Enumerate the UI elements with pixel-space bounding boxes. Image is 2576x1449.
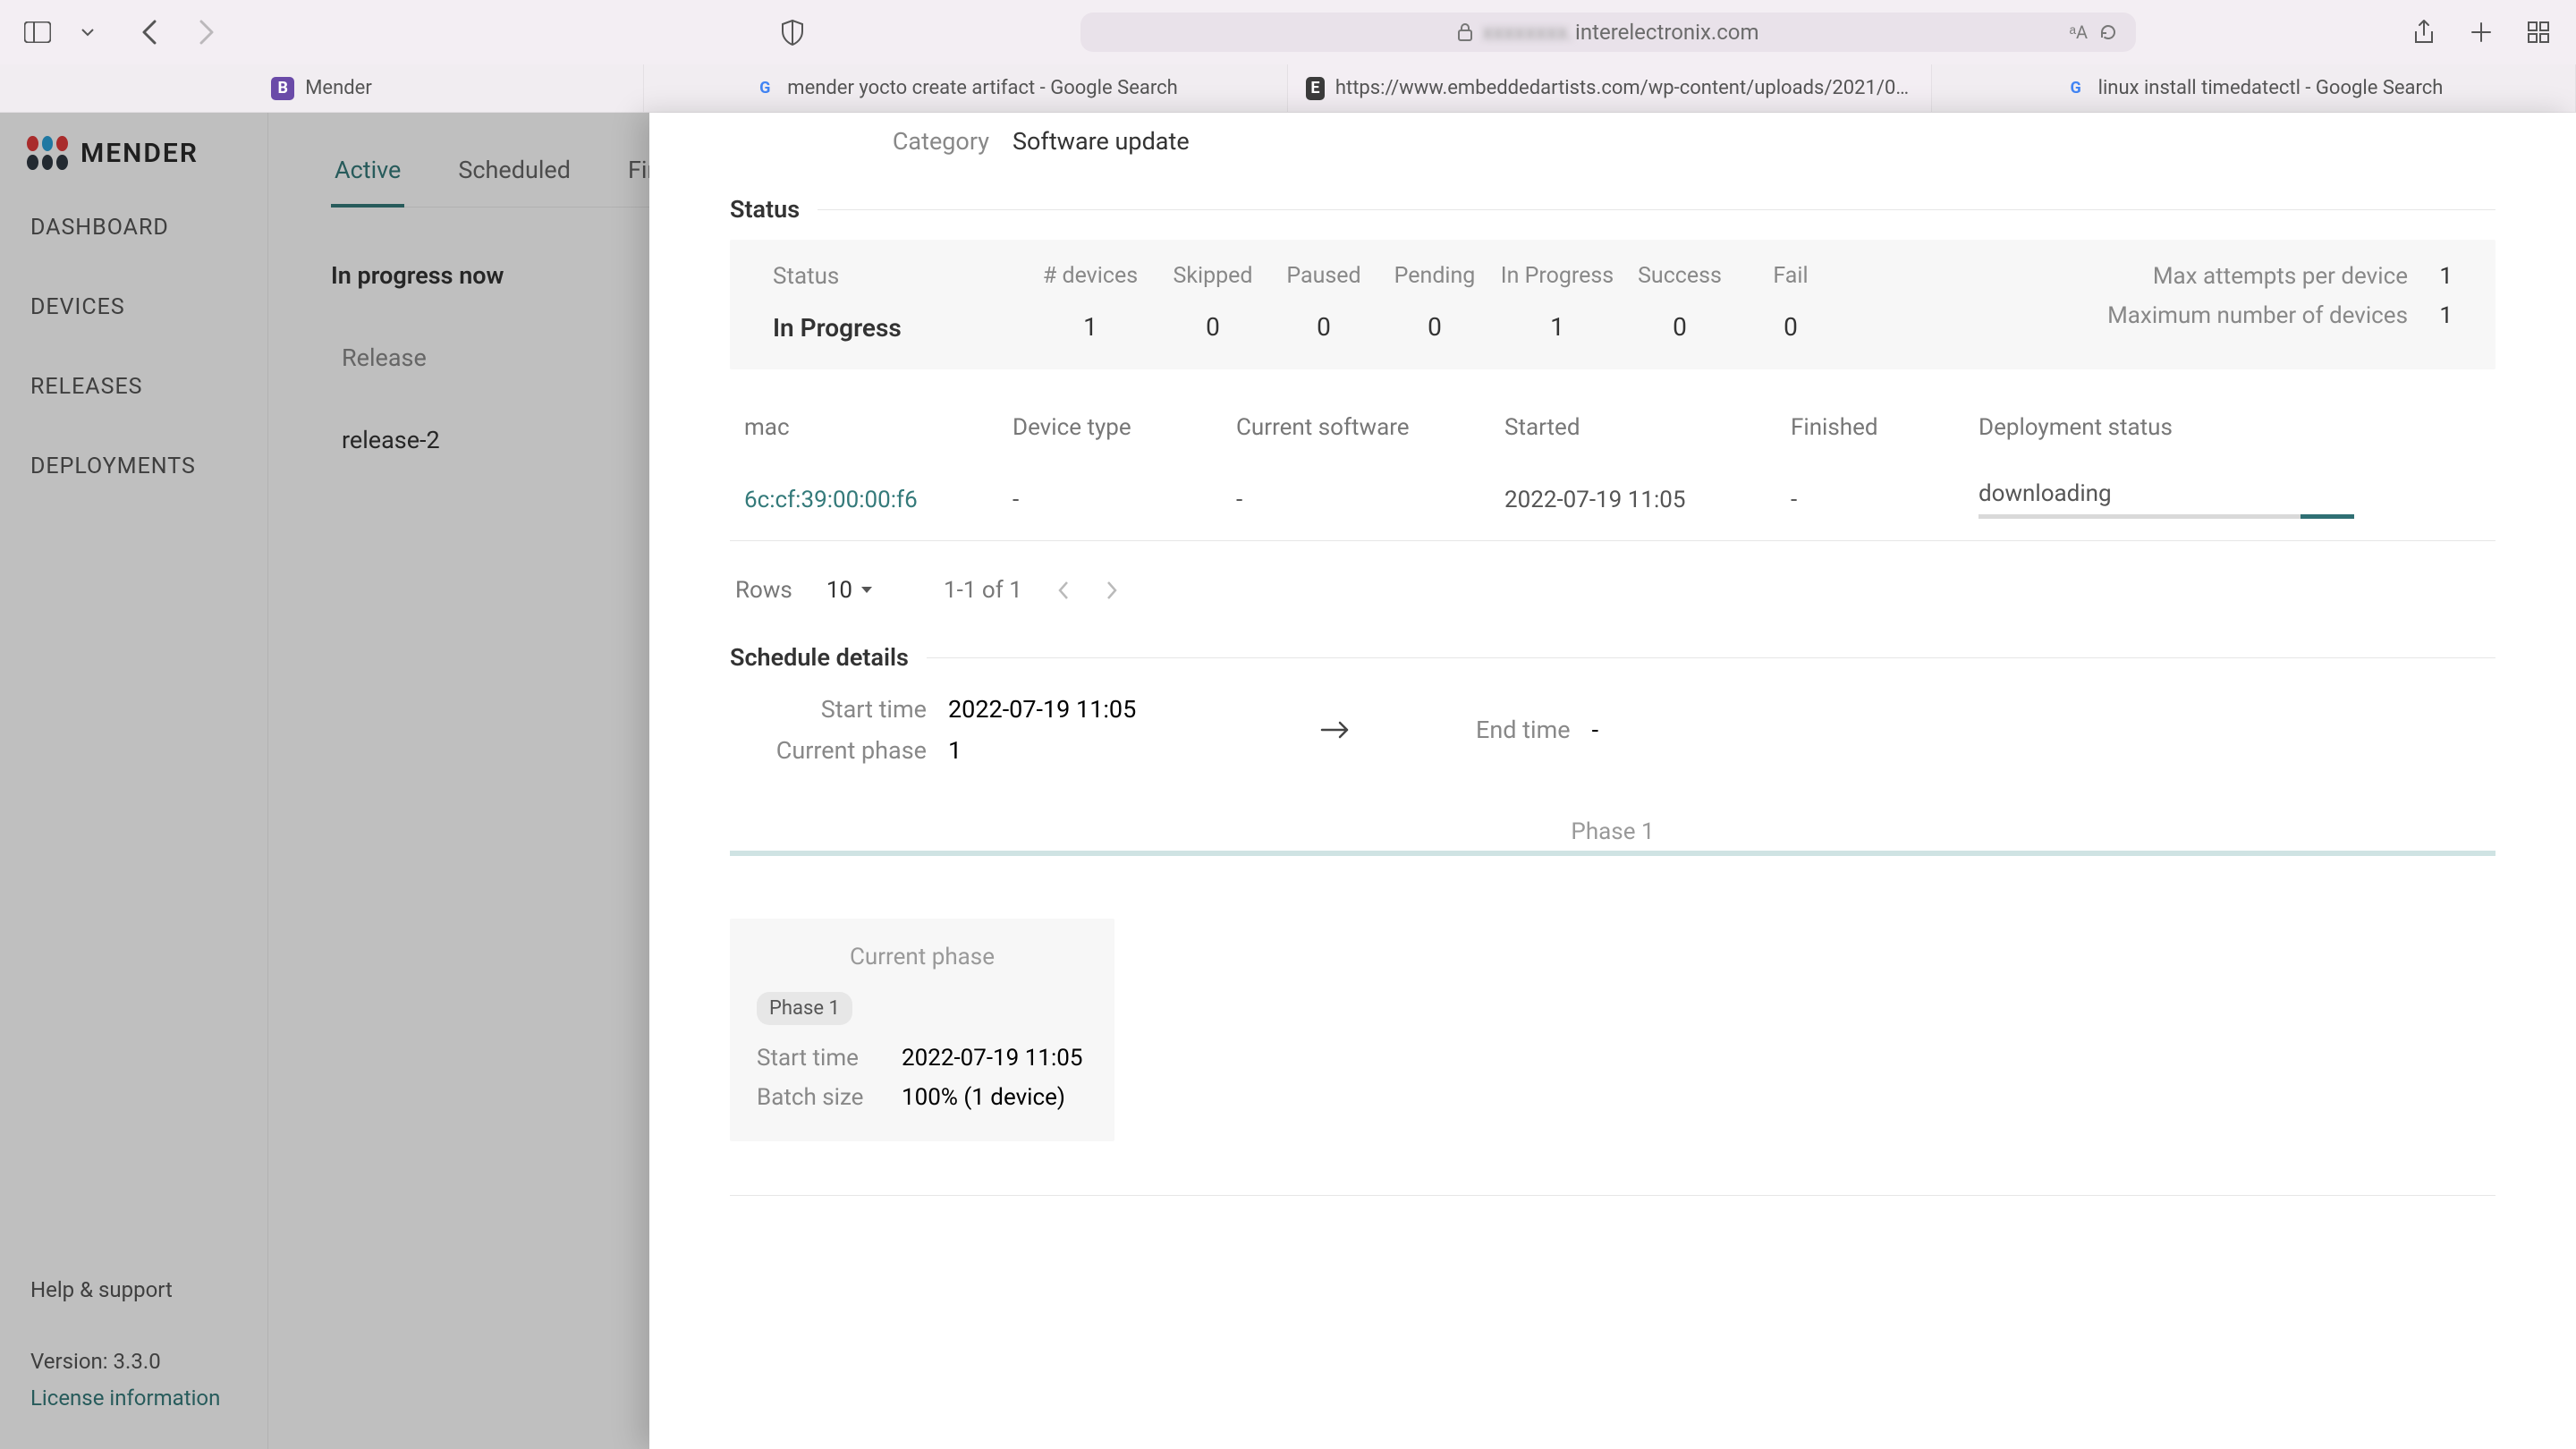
favicon-icon: G [2064,77,2088,100]
pager-range: 1-1 of 1 [944,577,1022,604]
phase-bar-label: Phase 1 [730,818,2496,845]
reload-button[interactable]: ᵃA [2070,21,2119,44]
pager-next-button[interactable] [1105,580,1119,600]
browser-tab-2[interactable]: E https://www.embeddedartists.com/wp-con… [1288,64,1932,112]
table-pager: Rows 10 1-1 of 1 [730,577,2496,604]
deployment-detail-sheet: Category Software update Status Status I… [649,113,2576,1449]
status-col-inprogress: In Progress1 [1490,263,1624,342]
start-time-value: 2022-07-19 11:05 [948,695,1136,724]
device-mac-link[interactable]: 6c:cf:39:00:00:f6 [744,487,918,513]
status-label: Status [773,263,1023,290]
max-attempts-value: 1 [2435,263,2453,290]
phase-card-title: Current phase [757,944,1088,970]
status-col-devices: # devices1 [1023,263,1157,342]
sidebar-toggle-icon[interactable] [21,16,54,48]
cell-current-sw: - [1222,459,1490,541]
phase-batch-value: 100% (1 device) [902,1084,1065,1111]
phase-card: Current phase Phase 1 Start time 2022-07-… [730,919,1114,1141]
rows-per-page-select[interactable]: 10 [826,577,874,604]
arrow-right-icon [1320,719,1351,741]
status-section-title: Status [730,195,2496,224]
cell-status: downloading [1964,459,2496,541]
phase-start-value: 2022-07-19 11:05 [902,1045,1082,1072]
status-col-success: Success0 [1624,263,1735,342]
max-devices-label: Maximum number of devices [2107,302,2408,329]
back-button[interactable] [134,16,166,48]
pager-prev-button[interactable] [1056,580,1071,600]
phase-start-label: Start time [757,1045,882,1072]
cell-started: 2022-07-19 11:05 [1490,459,1776,541]
favicon-icon: G [753,77,776,100]
table-row[interactable]: 6c:cf:39:00:00:f6 - - 2022-07-19 11:05 -… [730,459,2496,541]
end-time-label: End time [1476,716,1571,744]
status-value: In Progress [773,313,1023,343]
browser-toolbar: xxxxxxxx.interelectronix.com ᵃA [0,0,2576,64]
shield-icon[interactable] [776,16,809,48]
tab-overview-icon[interactable] [2522,16,2555,48]
tab-label: Mender [305,77,372,99]
current-phase-label: Current phase [730,736,927,765]
schedule-section-title: Schedule details [730,643,2496,672]
status-col-pending: Pending0 [1379,263,1490,342]
translate-icon[interactable]: ᵃA [2070,21,2089,44]
th-started[interactable]: Started [1490,396,1776,459]
browser-tab-3[interactable]: G linux install timedatectl - Google Sea… [1932,64,2576,112]
status-col-paused: Paused0 [1268,263,1379,342]
th-current-software[interactable]: Current software [1222,396,1490,459]
th-finished[interactable]: Finished [1776,396,1964,459]
browser-tab-1[interactable]: G mender yocto create artifact - Google … [644,64,1288,112]
new-tab-icon[interactable] [2465,16,2497,48]
category-label: Category [846,127,989,156]
phase-badge: Phase 1 [757,992,852,1025]
url-host: interelectronix.com [1575,20,1759,45]
cell-finished: - [1776,459,1964,541]
tab-label: https://www.embeddedartists.com/wp-conte… [1335,77,1913,99]
address-bar[interactable]: xxxxxxxx.interelectronix.com ᵃA [1080,13,2136,52]
tab-strip: B Mender G mender yocto create artifact … [0,64,2576,113]
favicon-icon: B [271,77,294,100]
status-col-skipped: Skipped0 [1157,263,1268,342]
devices-table: mac Device type Current software Started… [730,396,2496,541]
tab-label: linux install timedatectl - Google Searc… [2098,77,2444,99]
forward-button[interactable] [190,16,222,48]
browser-tab-0[interactable]: B Mender [0,64,644,112]
current-phase-value: 1 [948,736,962,765]
lock-icon [1457,23,1473,41]
phase-bar: Phase 1 [730,818,2496,856]
chevron-down-icon[interactable] [72,16,104,48]
rows-label: Rows [735,577,792,604]
max-devices-value: 1 [2435,302,2453,329]
th-device-type[interactable]: Device type [998,396,1222,459]
status-col-fail: Fail0 [1735,263,1846,342]
category-value: Software update [1013,127,1190,156]
start-time-label: Start time [730,695,927,724]
status-panel: Status In Progress # devices1 Skipped0 P… [730,240,2496,369]
th-deployment-status[interactable]: Deployment status [1964,396,2496,459]
phase-batch-label: Batch size [757,1084,882,1111]
end-time-value: - [1592,716,1598,744]
share-icon[interactable] [2408,16,2440,48]
th-mac[interactable]: mac [730,396,998,459]
max-attempts-label: Max attempts per device [2153,263,2408,290]
tab-label: mender yocto create artifact - Google Se… [787,77,1177,99]
cell-device-type: - [998,459,1222,541]
favicon-icon: E [1306,77,1325,100]
chevron-down-icon [860,585,874,596]
progress-bar [1979,514,2354,519]
